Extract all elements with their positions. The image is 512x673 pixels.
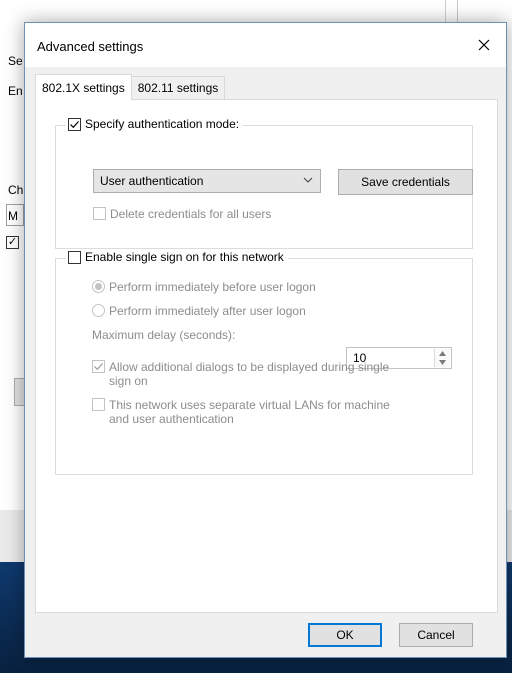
authentication-mode-legend: Specify authentication mode: — [66, 117, 244, 131]
radio-before-logon-row: Perform immediately before user logon — [92, 280, 316, 294]
close-button[interactable] — [462, 23, 506, 67]
tab-strip: 802.1X settings 802.11 settings — [35, 74, 226, 100]
delete-credentials-checkbox[interactable] — [93, 207, 106, 220]
radio-after-logon-row: Perform immediately after user logon — [92, 304, 306, 318]
authentication-mode-group: Specify authentication mode: User authen… — [55, 117, 473, 249]
enable-single-sign-on-checkbox[interactable] — [68, 250, 81, 264]
save-credentials-button[interactable]: Save credentials — [338, 169, 473, 195]
title-bar: Advanced settings — [25, 23, 506, 67]
authentication-mode-value: User authentication — [100, 174, 204, 188]
separate-vlans-line2: and user authentication — [109, 412, 234, 426]
checkmark-icon — [94, 363, 103, 371]
delete-credentials-label: Delete credentials for all users — [110, 207, 272, 221]
tab-802-1x-settings[interactable]: 802.1X settings — [35, 74, 132, 100]
cancel-button[interactable]: Cancel — [399, 623, 473, 647]
perform-after-logon-label: Perform immediately after user logon — [109, 304, 306, 318]
tab-802-11-settings[interactable]: 802.11 settings — [130, 76, 226, 100]
ok-button[interactable]: OK — [308, 623, 382, 647]
authentication-mode-dropdown[interactable]: User authentication — [93, 169, 321, 193]
allow-dialogs-line2: sign on — [109, 374, 148, 388]
single-sign-on-legend: Enable single sign on for this network — [66, 250, 288, 264]
separate-vlans-row: This network uses separate virtual LANs … — [92, 398, 390, 426]
chevron-down-icon — [439, 360, 446, 365]
perform-after-logon-radio[interactable] — [92, 304, 105, 317]
background-checkbox: ✓ — [6, 236, 19, 249]
background-text: M — [8, 209, 18, 223]
background-text: En — [8, 84, 23, 98]
specify-authentication-mode-checkbox[interactable] — [68, 117, 81, 131]
max-delay-label: Maximum delay (seconds): — [92, 328, 236, 342]
checkmark-icon — [70, 120, 79, 128]
background-text: Ch — [8, 183, 24, 197]
dialog-title: Advanced settings — [37, 39, 144, 54]
close-icon — [478, 39, 490, 51]
tab-panel: Specify authentication mode: User authen… — [35, 99, 498, 613]
allow-additional-dialogs-checkbox[interactable] — [92, 360, 105, 373]
separate-vlans-checkbox[interactable] — [92, 398, 105, 411]
single-sign-on-group: Enable single sign on for this network P… — [55, 250, 473, 475]
perform-before-logon-label: Perform immediately before user logon — [109, 280, 316, 294]
chevron-up-icon — [439, 351, 446, 356]
separate-vlans-label: This network uses separate virtual LANs … — [109, 398, 390, 426]
specify-authentication-mode-label: Specify authentication mode: — [85, 117, 240, 131]
delete-credentials-row: Delete credentials for all users — [93, 207, 271, 221]
background-divider — [445, 0, 446, 22]
separate-vlans-line1: This network uses separate virtual LANs … — [109, 398, 390, 412]
spinner-arrows[interactable] — [434, 349, 450, 367]
advanced-settings-dialog: Advanced settings 802.1X settings 802.11… — [24, 22, 507, 658]
allow-additional-dialogs-label: Allow additional dialogs to be displayed… — [109, 360, 389, 388]
allow-dialogs-line1: Allow additional dialogs to be displayed… — [109, 360, 390, 374]
allow-dialogs-row: Allow additional dialogs to be displayed… — [92, 360, 389, 388]
perform-before-logon-radio[interactable] — [92, 280, 105, 293]
max-delay-row: Maximum delay (seconds): — [92, 328, 235, 342]
enable-single-sign-on-label: Enable single sign on for this network — [85, 250, 284, 264]
chevron-down-icon — [303, 177, 313, 183]
background-text: Se — [8, 54, 23, 68]
